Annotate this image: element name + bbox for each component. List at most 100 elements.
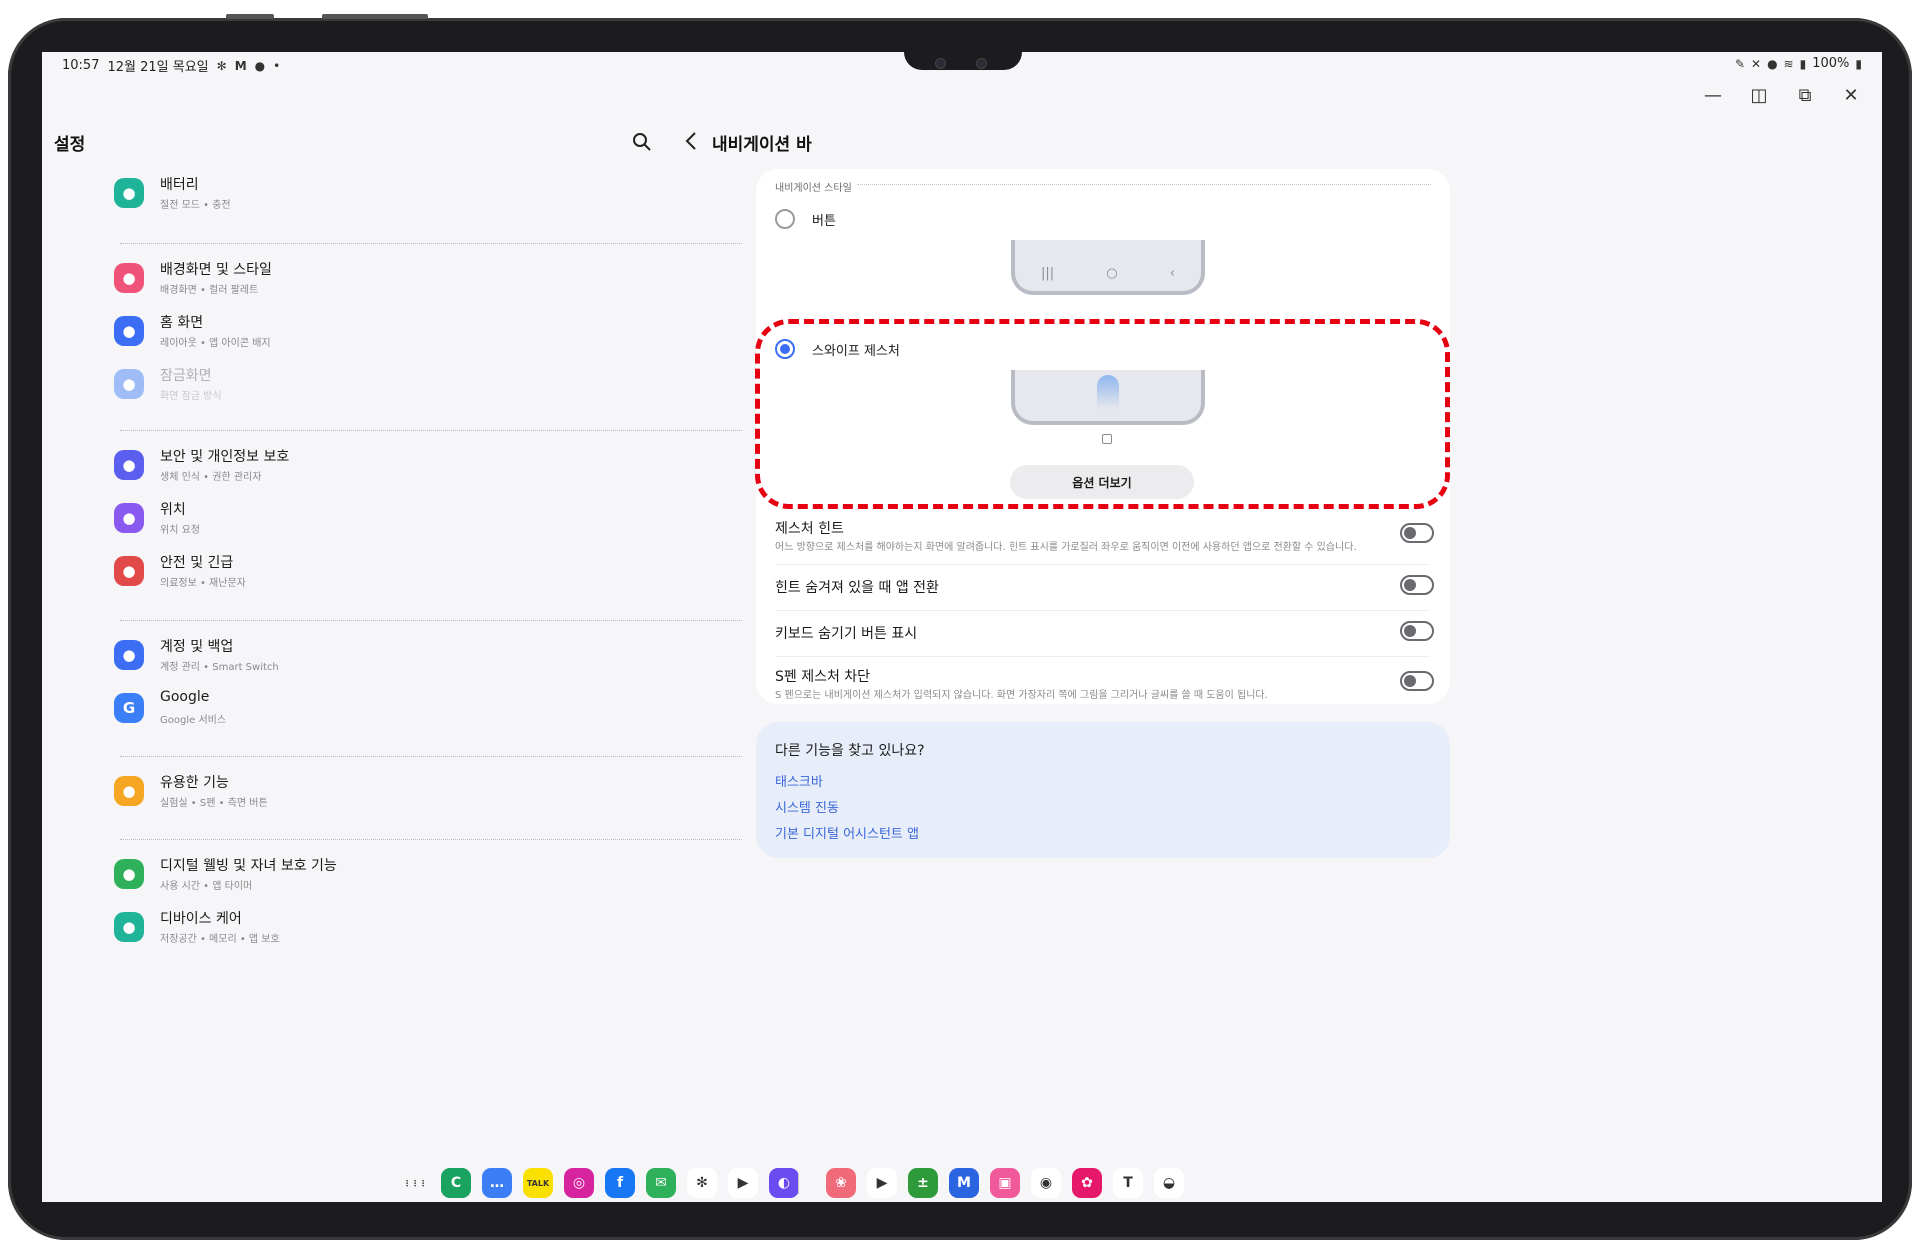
settings-item-subtitle: 저장공간 • 메모리 • 앱 보호 — [160, 934, 280, 945]
status-time: 10:57 — [62, 58, 100, 73]
screen: 10:57 12월 21일 목요일 ✻ M ● • ✎ ✕ ● ≋ ▮ 100%… — [42, 52, 1882, 1202]
back-icon[interactable] — [682, 130, 702, 152]
more-options-button[interactable]: 옵션 더보기 — [1010, 465, 1194, 499]
radio-gesture-style[interactable] — [775, 339, 795, 359]
settings-item[interactable]: ● 위치 위치 요청 — [114, 497, 774, 549]
buttons-preview: ||| ○ ‹ — [1011, 240, 1205, 295]
group-divider — [120, 756, 742, 757]
toggle-switch[interactable] — [1400, 621, 1434, 641]
settings-item[interactable]: ● 잠금화면 화면 잠금 방식 — [114, 363, 774, 415]
lock-icon: ● — [114, 369, 144, 399]
youtube-music-icon[interactable]: ▶ — [728, 1168, 758, 1198]
leaf-app-icon[interactable]: ◒ — [1154, 1168, 1184, 1198]
page-title: 설정 — [54, 135, 86, 155]
row-title: 힌트 숨겨져 있을 때 앱 전환 — [775, 580, 939, 596]
device-care-icon: ● — [114, 912, 144, 942]
settings-item-title: 보안 및 개인정보 보호 — [160, 449, 290, 465]
settings-item-title: 안전 및 긴급 — [160, 555, 234, 571]
power-button — [322, 14, 428, 19]
t-app-icon[interactable]: T — [1113, 1168, 1143, 1198]
radio-buttons-style[interactable] — [775, 209, 795, 229]
option-buttons-label: 버튼 — [812, 214, 836, 229]
settings-item-subtitle: 레이아웃 • 앱 아이콘 배지 — [160, 338, 271, 349]
close-icon[interactable]: ✕ — [1840, 84, 1862, 106]
settings-item[interactable]: ● 유용한 기능실험실 • S펜 • 측면 버튼 — [114, 770, 774, 822]
settings-item[interactable]: ● 배터리 절전 모드 • 충전 — [114, 172, 774, 224]
dock-app-glyph: ▶ — [737, 1175, 749, 1191]
settings-item[interactable]: G Google Google 서비스 — [114, 687, 774, 739]
dock-app-glyph: ◒ — [1162, 1175, 1176, 1191]
internet-icon[interactable]: ◐ — [769, 1168, 799, 1198]
dock-app-glyph: ◎ — [572, 1175, 586, 1191]
settings-item-title: 유용한 기능 — [160, 775, 229, 791]
dock-separator — [798, 1174, 799, 1194]
search-icon[interactable] — [630, 130, 654, 154]
settings-item[interactable]: ● 디지털 웰빙 및 자녀 보호 기능 사용 시간 • 앱 타이머 — [114, 853, 774, 905]
settings-item-title: 위치 — [160, 502, 186, 518]
settings-item[interactable]: ● 안전 및 긴급 의료정보 • 재난문자 — [114, 550, 774, 602]
star-icon: ● — [114, 776, 144, 806]
group-divider — [120, 620, 742, 621]
settings-item-title: 계정 및 백업 — [160, 639, 234, 655]
location-icon: ● — [1767, 56, 1778, 71]
messages-icon[interactable]: … — [482, 1168, 512, 1198]
dock-app-glyph: f — [616, 1175, 624, 1191]
google-icon: G — [114, 693, 144, 723]
taskbar: ⋮⋮⋮ C … TALK ◎ f ✉ ✻ ▶ ◐ ❀ ▶ ± M ▣ ◉ ✿ T ◒ — [42, 1162, 1882, 1202]
instagram-icon[interactable]: ◎ — [564, 1168, 594, 1198]
m-app-icon: M — [234, 58, 247, 73]
settings-item[interactable]: ● 배경화면 및 스타일 배경화면 • 컬러 팔레트 — [114, 257, 774, 309]
email-icon[interactable]: ✉ — [646, 1168, 676, 1198]
toggle-switch[interactable] — [1400, 671, 1434, 691]
settings-item-subtitle: 사용 시간 • 앱 타이머 — [160, 881, 253, 892]
row-divider — [775, 564, 1430, 565]
toggle-switch[interactable] — [1400, 523, 1434, 543]
link-taskbar[interactable]: 태스크바 — [775, 771, 823, 790]
dock-app-glyph: ◐ — [777, 1175, 791, 1191]
fan-icon: ✻ — [216, 58, 227, 73]
blossom-icon[interactable]: ✿ — [1072, 1168, 1102, 1198]
store-icon[interactable]: ▣ — [990, 1168, 1020, 1198]
split-icon[interactable]: ◫ — [1748, 84, 1770, 106]
link-digital-assistant[interactable]: 기본 디지털 어시스턴트 앱 — [775, 823, 919, 842]
facebook-icon[interactable]: f — [605, 1168, 635, 1198]
settings-item-subtitle: 의료정보 • 재난문자 — [160, 578, 246, 589]
link-system-vibration[interactable]: 시스템 진동 — [775, 797, 839, 816]
recorder-icon[interactable]: ◉ — [1031, 1168, 1061, 1198]
calculator-icon[interactable]: ± — [908, 1168, 938, 1198]
dock-app-glyph: TALK — [526, 1178, 550, 1188]
row-title: S펜 제스처 차단 — [775, 669, 871, 685]
minimize-icon[interactable]: — — [1702, 84, 1724, 106]
settings-item-subtitle: 실험실 • S펜 • 측면 버튼 — [160, 798, 268, 809]
phone-icon[interactable]: C — [441, 1168, 471, 1198]
section-divider — [857, 184, 1431, 185]
wellbeing-icon: ● — [114, 859, 144, 889]
app-drawer-icon[interactable]: ⋮⋮⋮ — [400, 1168, 430, 1198]
group-divider — [120, 430, 742, 431]
dock-app-glyph: ◉ — [1039, 1175, 1053, 1191]
status-date: 12월 21일 목요일 — [107, 60, 209, 75]
bixby-routines-icon[interactable]: ✻ — [687, 1168, 717, 1198]
dock-app-glyph: ▣ — [998, 1175, 1012, 1191]
home-icon: ● — [114, 316, 144, 346]
popup-icon[interactable]: ⧉ — [1794, 84, 1816, 106]
front-camera-secondary — [976, 58, 987, 69]
dock-app-glyph: ± — [917, 1175, 929, 1191]
row-subtitle: 어느 방향으로 제스처를 해야하는지 화면에 알려줍니다. 힌트 표시를 가로질… — [775, 542, 1357, 553]
kakaotalk-icon[interactable]: TALK — [523, 1168, 553, 1198]
toggle-switch[interactable] — [1400, 575, 1434, 595]
settings-item[interactable]: ● 계정 및 백업 계정 관리 • Smart Switch — [114, 634, 774, 686]
youtube-icon[interactable]: ▶ — [867, 1168, 897, 1198]
m-app-icon[interactable]: M — [949, 1168, 979, 1198]
shield-icon: ● — [114, 450, 144, 480]
dock-app-glyph: ▶ — [876, 1175, 888, 1191]
dock-app-glyph: C — [450, 1175, 462, 1191]
gallery-icon[interactable]: ❀ — [826, 1168, 856, 1198]
dock-app-glyph: ⋮⋮⋮ — [403, 1178, 427, 1188]
signal-icon: ▮ — [1799, 56, 1807, 71]
settings-item[interactable]: ● 디바이스 케어 저장공간 • 메모리 • 앱 보호 — [114, 906, 774, 958]
settings-item[interactable]: ● 보안 및 개인정보 보호 생체 인식 • 권한 관리자 — [114, 444, 774, 496]
dock-app-glyph: ✻ — [696, 1175, 708, 1191]
settings-item-subtitle: 위치 요청 — [160, 525, 200, 536]
settings-item[interactable]: ● 홈 화면 레이아웃 • 앱 아이콘 배지 — [114, 310, 774, 362]
